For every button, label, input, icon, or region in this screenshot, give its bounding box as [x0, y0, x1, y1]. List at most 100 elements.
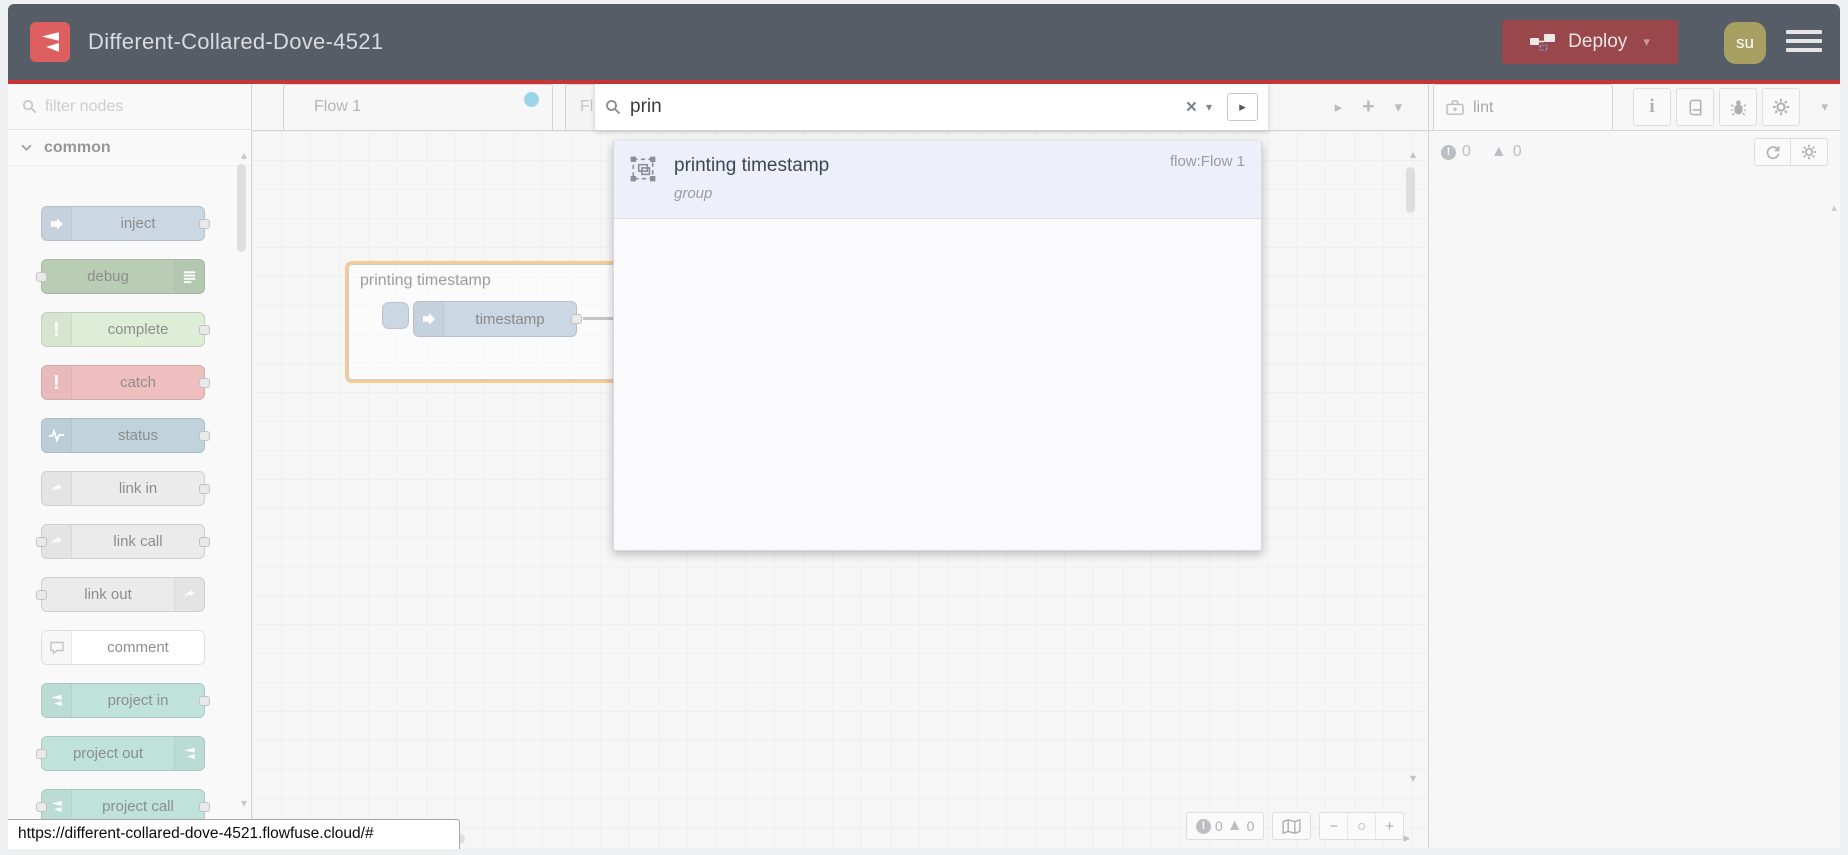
lint-toolbar: ! 0 ▲ 0 — [1429, 131, 1840, 173]
search-results-panel: printing timestamp group flow:Flow 1 — [613, 141, 1262, 551]
palette-scrollbar[interactable] — [237, 164, 246, 252]
search-input[interactable] — [630, 96, 1177, 118]
clear-search-icon[interactable]: × — [1186, 98, 1197, 117]
palette-node-label: status — [117, 427, 159, 444]
zoom-reset-button[interactable]: ○ — [1347, 813, 1375, 839]
output-port — [199, 219, 210, 229]
canvas-notifications-button[interactable]: ! 0 ▲ 0 — [1187, 813, 1263, 839]
info-button[interactable]: i — [1633, 88, 1671, 126]
tab-flow-1[interactable]: Flow 1 — [283, 84, 553, 130]
input-port — [36, 749, 47, 759]
sidebar-tab-strip: lint i ▾ — [1429, 84, 1840, 131]
error-count-icon: ! — [1195, 818, 1211, 834]
node-red-editor: Different-Collared-Dove-4521 Deploy ▾ su — [0, 0, 1848, 855]
deploy-button[interactable]: Deploy ▾ — [1502, 20, 1678, 64]
tab-scroll-right-icon[interactable]: ▸ — [1335, 98, 1343, 116]
palette-node-status[interactable]: status — [41, 418, 210, 453]
unsaved-changes-dot — [524, 92, 539, 107]
filter-nodes-input[interactable] — [45, 97, 205, 116]
search-icon — [22, 99, 37, 114]
palette-node-label: catch — [120, 374, 156, 391]
comment-icon — [42, 631, 72, 664]
link-icon — [174, 578, 204, 611]
tab-lint[interactable]: lint — [1433, 84, 1613, 130]
palette-node-label: complete — [107, 321, 169, 338]
result-type: group — [674, 185, 713, 202]
add-flow-button[interactable]: + — [1362, 95, 1374, 119]
palette-node-link-in[interactable]: link in — [41, 471, 210, 506]
search-result-row[interactable]: printing timestamp group flow:Flow 1 — [614, 141, 1261, 219]
palette-node-link-out[interactable]: link out — [36, 577, 205, 612]
refresh-icon — [1765, 144, 1781, 160]
canvas-scroll-down-icon[interactable]: ▾ — [1410, 771, 1416, 785]
sidebar-options-caret[interactable]: ▾ — [1821, 99, 1828, 115]
gear-icon — [1772, 98, 1790, 116]
lint-settings-button[interactable] — [1791, 138, 1828, 166]
tab-actions: ▸ + ▾ — [1335, 84, 1402, 130]
canvas-scroll-up-icon[interactable]: ▴ — [1410, 147, 1416, 161]
lint-scroll-up-icon[interactable]: ▴ — [1831, 201, 1837, 214]
palette-node-label: project in — [107, 692, 169, 709]
output-port — [199, 802, 210, 812]
palette-node-project-in[interactable]: project in — [41, 683, 210, 718]
book-icon — [1687, 99, 1704, 116]
palette-category-common[interactable]: common — [8, 130, 251, 166]
exclam-icon: ! — [42, 366, 72, 399]
help-button[interactable] — [1676, 88, 1714, 126]
output-port — [199, 431, 210, 441]
info-icon: i — [1649, 96, 1655, 117]
lint-counters: ! 0 ▲ 0 — [1441, 143, 1522, 161]
canvas-vertical-scrollbar[interactable] — [1406, 167, 1415, 213]
palette-scroll-down-icon[interactable]: ▾ — [241, 796, 247, 810]
zoom-out-button[interactable]: − — [1320, 813, 1347, 839]
inject-node[interactable]: timestamp — [413, 301, 582, 337]
deploy-options-caret[interactable]: ▾ — [1643, 34, 1650, 50]
pulse-icon — [42, 419, 72, 452]
link-icon — [42, 472, 72, 505]
palette-node-inject[interactable]: inject — [41, 206, 210, 241]
sidebar-buttons: i — [1633, 88, 1800, 126]
palette-node-catch[interactable]: ! catch — [41, 365, 210, 400]
lint-warning-icon: ▲ — [1490, 143, 1507, 160]
palette-node-comment[interactable]: comment — [41, 630, 205, 665]
palette-node-label: link out — [84, 586, 132, 603]
palette-node-debug[interactable]: debug — [36, 259, 205, 294]
output-port — [199, 484, 210, 494]
input-port — [36, 537, 47, 547]
palette-scroll-up-icon[interactable]: ▴ — [241, 148, 247, 162]
debug-button[interactable] — [1719, 88, 1757, 126]
search-expand-button[interactable]: ▸ — [1227, 93, 1258, 121]
flow-list-caret[interactable]: ▾ — [1394, 98, 1402, 116]
project-icon — [42, 684, 72, 717]
sidebar-tab-label: lint — [1473, 98, 1494, 116]
warning-count-icon: ▲ — [1226, 817, 1243, 834]
canvas-footer: ! 0 ▲ 0 − ○ + — [1185, 812, 1404, 840]
lint-error-icon: ! — [1441, 144, 1456, 160]
palette-filter — [8, 84, 251, 130]
output-port — [199, 537, 210, 547]
user-avatar[interactable]: su — [1724, 22, 1766, 64]
config-button[interactable] — [1762, 88, 1800, 126]
lint-panel: ▴ — [1429, 173, 1840, 848]
list-icon — [174, 260, 204, 293]
palette-node-link-call[interactable]: link call — [36, 524, 210, 559]
search-icon — [605, 99, 621, 115]
zoom-in-button[interactable]: + — [1375, 813, 1403, 839]
lint-refresh-button[interactable] — [1754, 138, 1791, 166]
search-popup: × ▾ ▸ printing timestamp group flow:Flow… — [595, 84, 1268, 551]
palette-node-label: debug — [87, 268, 129, 285]
main-menu-button[interactable] — [1786, 30, 1822, 57]
arrow-icon — [42, 207, 72, 240]
instance-title: Different-Collared-Dove-4521 — [88, 29, 384, 54]
output-port — [199, 696, 210, 706]
search-options-caret[interactable]: ▾ — [1206, 100, 1212, 114]
navigator-button[interactable] — [1273, 813, 1310, 839]
output-port[interactable] — [571, 314, 582, 324]
inject-trigger-button[interactable] — [382, 302, 409, 329]
canvas-scroll-right-icon[interactable]: ▸ — [1403, 830, 1410, 846]
input-port — [36, 590, 47, 600]
palette-node-project-out[interactable]: project out — [36, 736, 205, 771]
palette-node-complete[interactable]: ! complete — [41, 312, 210, 347]
flowfuse-logo-icon — [30, 22, 70, 62]
deploy-label: Deploy — [1568, 31, 1628, 52]
